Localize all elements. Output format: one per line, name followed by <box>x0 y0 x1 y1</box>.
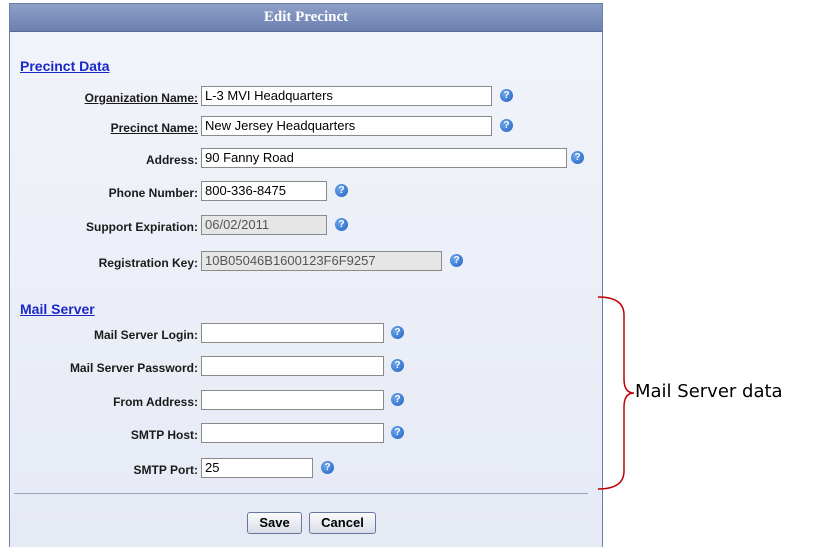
organization-name-label: Organization Name: <box>84 91 198 105</box>
registration-key-label: Registration Key: <box>98 256 198 270</box>
help-icon[interactable]: ? <box>500 89 513 102</box>
footer-divider <box>14 493 588 494</box>
organization-name-input[interactable]: L-3 MVI Headquarters <box>201 86 492 106</box>
smtp-port-label: SMTP Port: <box>133 463 198 477</box>
help-icon[interactable]: ? <box>391 359 404 372</box>
from-address-input[interactable] <box>201 390 384 410</box>
bracket-path <box>597 296 635 490</box>
save-button[interactable]: Save <box>247 512 302 534</box>
dialog-title: Edit Precinct <box>10 4 602 32</box>
mail-server-login-input[interactable] <box>201 323 384 343</box>
mail-server-password-label: Mail Server Password: <box>69 361 198 375</box>
annotation-bracket <box>597 296 635 490</box>
phone-number-input[interactable]: 800-336-8475 <box>201 181 327 201</box>
support-expiration-input: 06/02/2011 <box>201 215 327 235</box>
smtp-host-input[interactable] <box>201 423 384 443</box>
precinct-name-label: Precinct Name: <box>110 121 198 135</box>
address-input[interactable]: 90 Fanny Road <box>201 148 567 168</box>
edit-precinct-dialog: Edit Precinct Precinct Data Organization… <box>9 3 603 547</box>
phone-number-label: Phone Number: <box>108 186 198 200</box>
mail-server-password-input[interactable] <box>201 356 384 376</box>
from-address-label: From Address: <box>113 395 198 409</box>
mail-server-heading[interactable]: Mail Server <box>20 301 95 317</box>
help-icon[interactable]: ? <box>571 151 584 164</box>
address-label: Address: <box>145 153 198 167</box>
cancel-button[interactable]: Cancel <box>309 512 376 534</box>
help-icon[interactable]: ? <box>391 393 404 406</box>
precinct-name-input[interactable]: New Jersey Headquarters <box>201 116 492 136</box>
help-icon[interactable]: ? <box>391 426 404 439</box>
registration-key-input: 10B05046B1600123F6F9257 <box>201 251 442 271</box>
help-icon[interactable]: ? <box>335 218 348 231</box>
smtp-port-input[interactable]: 25 <box>201 458 313 478</box>
help-icon[interactable]: ? <box>335 184 348 197</box>
support-expiration-label: Support Expiration: <box>86 220 198 234</box>
precinct-data-heading[interactable]: Precinct Data <box>20 58 109 74</box>
help-icon[interactable]: ? <box>321 461 334 474</box>
smtp-host-label: SMTP Host: <box>130 428 198 442</box>
help-icon[interactable]: ? <box>450 254 463 267</box>
mail-server-data-annotation: Mail Server data <box>635 381 783 402</box>
help-icon[interactable]: ? <box>391 326 404 339</box>
mail-server-login-label: Mail Server Login: <box>93 328 198 342</box>
help-icon[interactable]: ? <box>500 119 513 132</box>
